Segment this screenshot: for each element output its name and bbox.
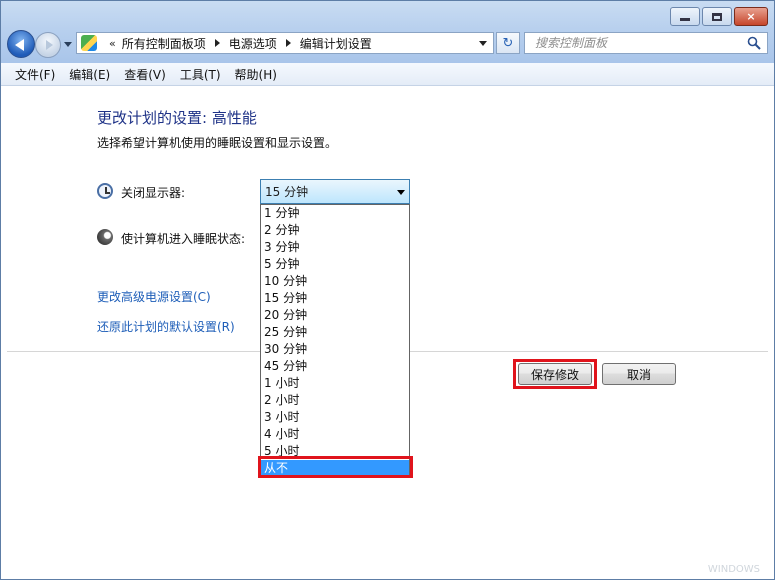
menu-tools[interactable]: 工具(T) xyxy=(173,64,228,85)
close-button[interactable]: × xyxy=(734,7,768,26)
watermark: WINDOWS xyxy=(707,564,760,575)
address-overflow-chevron[interactable]: « xyxy=(109,37,116,50)
address-bar[interactable]: « 所有控制面板项 电源选项 编辑计划设置 xyxy=(76,32,494,54)
menu-bar: 文件(F) 编辑(E) 查看(V) 工具(T) 帮助(H) xyxy=(1,63,774,86)
display-off-label: 关闭显示器: xyxy=(121,186,186,200)
dropdown-option[interactable]: 5 分钟 xyxy=(261,256,409,273)
advanced-power-settings-link[interactable]: 更改高级电源设置(C) xyxy=(97,288,211,305)
dropdown-option[interactable]: 3 小时 xyxy=(261,409,409,426)
menu-file[interactable]: 文件(F) xyxy=(8,64,62,85)
display-clock-icon xyxy=(97,183,113,199)
cancel-button[interactable]: 取消 xyxy=(602,363,676,385)
refresh-button[interactable]: ↻ xyxy=(496,32,520,54)
display-off-select[interactable]: 15 分钟 xyxy=(260,179,410,204)
maximize-icon xyxy=(712,12,722,21)
sleep-moon-icon xyxy=(97,229,113,245)
breadcrumb-power-options[interactable]: 电源选项 xyxy=(229,35,277,52)
chevron-down-icon xyxy=(397,190,405,195)
save-button-highlight xyxy=(513,359,597,389)
minimize-button[interactable] xyxy=(670,7,700,26)
sleep-label: 使计算机进入睡眠状态: xyxy=(121,232,246,246)
control-panel-icon xyxy=(81,35,97,51)
dropdown-option[interactable]: 45 分钟 xyxy=(261,358,409,375)
breadcrumb-arrow-icon[interactable] xyxy=(214,39,220,47)
restore-defaults-link[interactable]: 还原此计划的默认设置(R) xyxy=(97,318,235,335)
dropdown-option[interactable]: 3 分钟 xyxy=(261,239,409,256)
breadcrumb-arrow-icon[interactable] xyxy=(285,39,291,47)
recent-pages-chevron-icon[interactable] xyxy=(64,42,72,47)
minimize-icon xyxy=(680,18,690,21)
breadcrumb-all-items[interactable]: 所有控制面板项 xyxy=(122,35,206,52)
menu-help[interactable]: 帮助(H) xyxy=(228,64,284,85)
never-option-highlight xyxy=(258,456,413,478)
dropdown-option[interactable]: 10 分钟 xyxy=(261,273,409,290)
breadcrumb-edit-plan[interactable]: 编辑计划设置 xyxy=(300,35,372,52)
dropdown-option[interactable]: 4 小时 xyxy=(261,426,409,443)
menu-edit[interactable]: 编辑(E) xyxy=(62,64,117,85)
caption-buttons: × xyxy=(670,7,768,27)
display-off-dropdown-list: 1 分钟 2 分钟 3 分钟 5 分钟 10 分钟 15 分钟 20 分钟 25… xyxy=(260,204,410,477)
dropdown-option[interactable]: 1 分钟 xyxy=(261,205,409,222)
close-icon: × xyxy=(746,10,756,23)
search-input[interactable] xyxy=(525,33,735,53)
dropdown-option[interactable]: 25 分钟 xyxy=(261,324,409,341)
maximize-button[interactable] xyxy=(702,7,732,26)
search-box[interactable] xyxy=(524,32,768,54)
page-title: 更改计划的设置: 高性能 xyxy=(97,109,257,127)
dropdown-option[interactable]: 2 分钟 xyxy=(261,222,409,239)
address-dropdown-icon[interactable] xyxy=(479,41,487,46)
control-panel-window: × « 所有控制面板项 电源选项 编辑计划设置 ↻ 文件(F) 编辑(E) 查看… xyxy=(0,0,775,580)
content-area: 更改计划的设置: 高性能 选择希望计算机使用的睡眠设置和显示设置。 关闭显示器:… xyxy=(1,87,774,579)
forward-button[interactable] xyxy=(35,32,61,58)
title-bar: × « 所有控制面板项 电源选项 编辑计划设置 ↻ xyxy=(1,1,774,63)
dropdown-option[interactable]: 2 小时 xyxy=(261,392,409,409)
dropdown-option[interactable]: 1 小时 xyxy=(261,375,409,392)
search-icon[interactable] xyxy=(747,36,761,50)
dropdown-option[interactable]: 30 分钟 xyxy=(261,341,409,358)
page-subtitle: 选择希望计算机使用的睡眠设置和显示设置。 xyxy=(97,136,338,150)
dropdown-option[interactable]: 20 分钟 xyxy=(261,307,409,324)
back-button[interactable] xyxy=(7,30,35,58)
dropdown-option[interactable]: 15 分钟 xyxy=(261,290,409,307)
display-off-selected-value: 15 分钟 xyxy=(265,185,309,199)
menu-view[interactable]: 查看(V) xyxy=(117,64,173,85)
